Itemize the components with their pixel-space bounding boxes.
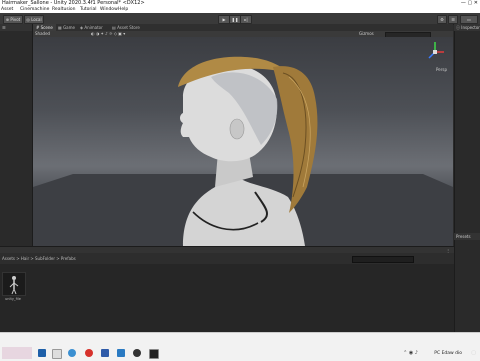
word-icon[interactable] [101, 349, 109, 357]
pivot-label: Pivot [10, 17, 21, 22]
project-breadcrumb[interactable]: Assets > Hair > SubFolder > Prefabs [0, 253, 454, 264]
unity-editor-icon[interactable] [149, 349, 159, 359]
os-taskbar: PC Edaw dio ▢ ⌃ ◉ ♪ [0, 332, 480, 361]
tray-icons[interactable]: ⌃ ◉ ♪ [403, 350, 418, 356]
inspector-tab[interactable]: ⓘ Inspector [454, 24, 480, 31]
animator-tab-icon: ◈ [80, 25, 84, 30]
local-toggle[interactable]: ◎ Local [24, 15, 44, 24]
opera-icon[interactable] [85, 349, 93, 357]
store-icon[interactable] [117, 349, 125, 357]
hierarchy-tab[interactable]: ☰ [0, 24, 32, 31]
tab-scene-label: Scene [40, 25, 53, 30]
tray-text: PC Edaw dio [434, 351, 462, 356]
tab-asset-store[interactable]: ▤ Asset Store [109, 24, 143, 31]
tab-asset-store-label: Asset Store [117, 25, 140, 30]
collab-icon[interactable]: ⚙ [437, 15, 447, 24]
projection-label[interactable]: Persp [436, 67, 447, 72]
scene-render [33, 56, 453, 246]
chrome-icon[interactable] [68, 349, 76, 357]
local-icon: ◎ [26, 17, 30, 22]
scene-tab-icon: # [36, 25, 40, 30]
tab-game[interactable]: ▦ Game [55, 24, 78, 31]
window-controls[interactable]: — ▢ ✕ [461, 0, 478, 7]
asset-store-tab-icon: ▤ [112, 25, 116, 30]
account-icon[interactable]: ☰ [448, 15, 458, 24]
pivot-icon: ⊕ [5, 17, 10, 22]
breadcrumb-path: Assets > Hair > SubFolder > Prefabs [2, 256, 76, 261]
hierarchy-icon: ☰ [2, 25, 6, 30]
character-prefab-icon [9, 276, 19, 295]
tab-scene[interactable]: # Scene [33, 24, 56, 31]
notification-icon[interactable]: ▢ [471, 350, 476, 356]
character-ear [229, 118, 245, 140]
start-icon[interactable] [38, 349, 46, 357]
step-button[interactable]: ▸| [240, 15, 252, 24]
inspector-icon: ⓘ [456, 25, 460, 30]
presets-tab[interactable]: Presets [454, 233, 480, 240]
project-assets-area: unity_file [0, 264, 454, 332]
orientation-gizmo[interactable] [425, 41, 445, 63]
layout-dropdown[interactable]: ▭ [460, 15, 478, 24]
project-search-input[interactable] [352, 256, 414, 263]
tab-animator[interactable]: ◈ Animator [77, 24, 106, 31]
unity-hub-icon[interactable] [133, 349, 141, 357]
presets-label: Presets [456, 234, 471, 239]
asset-name: unity_file [5, 297, 21, 301]
tab-animator-label: Animator [84, 25, 103, 30]
local-label: Local [31, 17, 42, 22]
inspector-label: Inspector [461, 25, 480, 30]
scene-viewport[interactable]: Persp [33, 37, 453, 246]
pivot-toggle[interactable]: ⊕ Pivot [3, 15, 23, 24]
game-tab-icon: ▦ [58, 25, 62, 30]
inspector-panel [454, 24, 480, 332]
hierarchy-panel [0, 24, 33, 246]
search-icon[interactable] [52, 349, 62, 359]
asset-thumbnail[interactable] [2, 272, 26, 296]
tab-game-label: Game [63, 25, 75, 30]
window-title-bar: Hairmaker_Sallone - Unity 2020.3.4f1 Per… [0, 0, 480, 7]
window-title: Hairmaker_Sallone - Unity 2020.3.4f1 Per… [2, 0, 145, 6]
taskbar-app-thumbnail[interactable] [2, 347, 32, 359]
